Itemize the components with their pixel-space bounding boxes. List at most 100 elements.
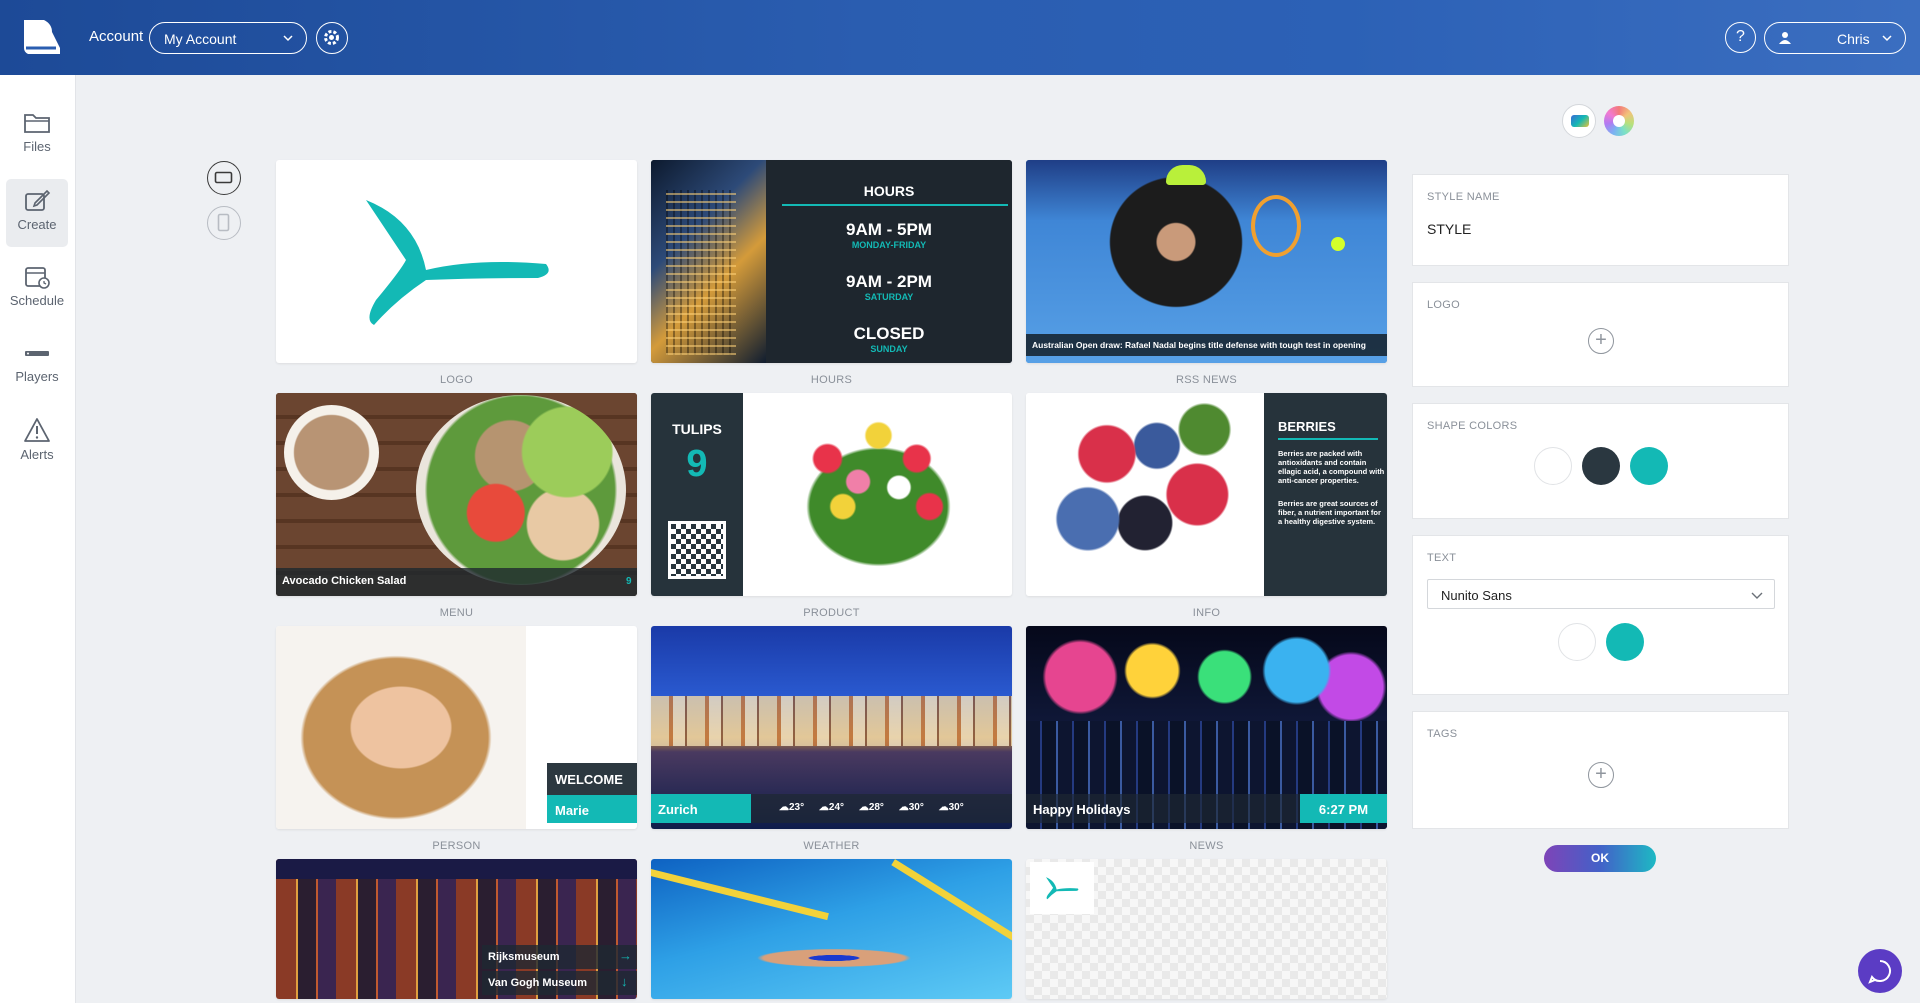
logo-card: LOGO +: [1412, 282, 1789, 387]
swimmer: [691, 941, 951, 975]
template-info[interactable]: BERRIES Berries are packed with antioxid…: [1026, 393, 1387, 596]
sidebar-item-label: Create: [17, 217, 57, 232]
tennis-ball: [1331, 237, 1345, 251]
ok-button[interactable]: OK: [1544, 845, 1656, 872]
player-image: [1066, 170, 1266, 350]
user-icon: [1779, 32, 1791, 44]
sidebar-item-schedule[interactable]: Schedule: [6, 255, 68, 323]
info-text: Berries are great sources of fiber, a nu…: [1278, 499, 1381, 526]
add-tag-button[interactable]: +: [1588, 762, 1614, 788]
brand-logo-icon: [1045, 877, 1079, 900]
template-news[interactable]: Happy Holidays 6:27 PM: [1026, 626, 1387, 829]
news-headline: Happy Holidays: [1033, 802, 1131, 817]
hours-time: CLOSED: [853, 324, 925, 343]
user-menu[interactable]: Chris: [1764, 22, 1906, 54]
person-photo: [276, 626, 526, 829]
cloud-icon: ☁: [938, 802, 949, 813]
folder-icon: [24, 114, 50, 133]
shape-colors-card: SHAPE COLORS: [1412, 403, 1789, 519]
template-label: RSS NEWS: [1175, 374, 1238, 386]
template-person[interactable]: WELCOME Marie: [276, 626, 637, 829]
sidebar-item-create[interactable]: Create: [6, 179, 68, 247]
edit-icon: [25, 189, 51, 211]
shape-color-swatch[interactable]: [1582, 447, 1620, 485]
landscape-icon: [214, 171, 233, 184]
template-rss-news[interactable]: Australian Open draw: Rafael Nadal begin…: [1026, 160, 1387, 363]
hours-days: SUNDAY: [870, 344, 908, 354]
tags-label: TAGS: [1427, 728, 1458, 740]
calendar-icon: [25, 267, 50, 289]
text-color-swatch[interactable]: [1606, 623, 1644, 661]
sidebar-item-alerts[interactable]: Alerts: [6, 407, 68, 475]
style-preset-icon: [1571, 115, 1589, 127]
hours-days: SATURDAY: [864, 292, 914, 302]
directions-line: Van Gogh Museum: [488, 977, 588, 989]
forecast-temp: 30°: [948, 802, 964, 813]
player-cap: [1166, 165, 1206, 185]
forecast-temp: 24°: [828, 802, 845, 813]
chat-icon: [1868, 960, 1891, 984]
arrow-right-icon: →: [619, 948, 632, 963]
add-logo-button[interactable]: +: [1588, 328, 1614, 354]
sidebar-item-files[interactable]: Files: [6, 101, 68, 169]
template-product[interactable]: TULIPS 9: [651, 393, 1012, 596]
chat-button[interactable]: [1858, 949, 1902, 993]
shape-color-swatch[interactable]: [1630, 447, 1668, 485]
city-houses: [651, 696, 1012, 746]
building-windows: [666, 190, 736, 355]
menu-item-name: Avocado Chicken Salad: [282, 575, 407, 587]
color-wheel-icon[interactable]: [1604, 106, 1634, 136]
template-directions[interactable]: Rijksmuseum → Van Gogh Museum ↓: [276, 859, 637, 999]
landscape-toggle[interactable]: [207, 161, 241, 195]
style-mode-toggle[interactable]: [1562, 104, 1596, 138]
template-logo[interactable]: [276, 160, 637, 363]
help-button[interactable]: ?: [1725, 22, 1756, 53]
template-blank[interactable]: [1026, 859, 1387, 999]
template-label: LOGO: [440, 374, 473, 386]
sidebar-item-players[interactable]: Players: [6, 331, 68, 399]
top-bar: Account My Account ? Chris: [0, 0, 1920, 75]
template-label: WEATHER: [803, 840, 860, 852]
template-menu[interactable]: Avocado Chicken Salad 9: [276, 393, 637, 596]
template-hours[interactable]: HOURS 9AM - 5PM MONDAY-FRIDAY 9AM - 2PM …: [651, 160, 1012, 363]
text-color-swatch[interactable]: [1558, 623, 1596, 661]
arrow-down-icon: ↓: [621, 974, 628, 989]
color-wheel-center: [1613, 115, 1625, 127]
portrait-icon: [217, 213, 230, 232]
player-icon: [25, 351, 49, 356]
app-logo-icon[interactable]: [22, 18, 62, 58]
person-title: WELCOME: [555, 772, 623, 787]
sidebar-item-label: Schedule: [9, 293, 65, 308]
account-select[interactable]: My Account: [149, 22, 307, 54]
portrait-toggle[interactable]: [207, 206, 241, 240]
template-label: INFO: [1192, 607, 1221, 619]
chevron-down-icon: [1882, 35, 1892, 42]
style-name-card: STYLE NAME STYLE: [1412, 174, 1789, 266]
text-label: TEXT: [1427, 552, 1457, 564]
grain-bowl: [284, 405, 379, 500]
hours-time: 9AM - 2PM: [846, 272, 932, 291]
shape-color-swatch[interactable]: [1534, 447, 1572, 485]
settings-button[interactable]: [316, 22, 348, 54]
style-name-label: STYLE NAME: [1427, 191, 1500, 203]
chevron-down-icon: [283, 35, 293, 42]
menu-item-price: 9: [626, 576, 632, 587]
sidebar-item-label: Alerts: [20, 447, 54, 462]
logo-thumbnail: [1030, 862, 1094, 914]
weather-forecast: ☁23° ☁24° ☁28° ☁30° ☁30°: [779, 802, 964, 813]
weather-city: Zurich: [658, 802, 698, 817]
template-swimmer[interactable]: [651, 859, 1012, 999]
sidebar-item-label: Players: [15, 369, 59, 384]
template-label: MENU: [439, 607, 474, 619]
forecast-temp: 30°: [908, 802, 924, 813]
info-text: Berries are packed with antioxidants and…: [1278, 449, 1385, 485]
tennis-racket: [1251, 195, 1301, 257]
font-select[interactable]: Nunito Sans: [1427, 579, 1775, 609]
gear-icon: [324, 30, 339, 45]
cloud-icon: ☁: [779, 802, 789, 813]
hours-divider: [782, 204, 1008, 206]
shape-colors-label: SHAPE COLORS: [1427, 420, 1518, 432]
style-name-input[interactable]: STYLE: [1427, 221, 1471, 237]
user-name: Chris: [1837, 31, 1870, 47]
template-weather[interactable]: Zurich ☁23° ☁24° ☁28° ☁30° ☁30°: [651, 626, 1012, 829]
